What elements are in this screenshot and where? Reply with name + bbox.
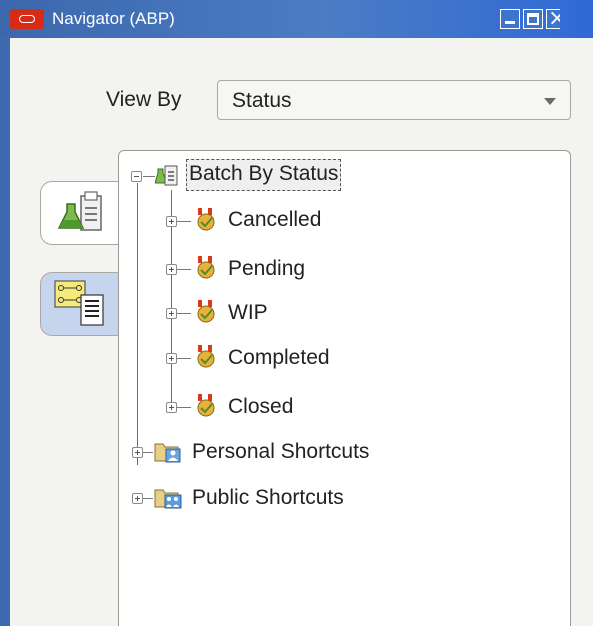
tree-connector [177,407,191,408]
tree-connector [143,452,153,453]
personal-folder-icon [154,443,181,463]
tree-node-batch-by-status[interactable]: Batch By Status [186,159,342,191]
close-icon[interactable] [546,9,560,29]
tree-node-completed[interactable]: Completed [228,343,330,373]
tab-process-flow[interactable] [40,272,122,336]
title-bar[interactable]: Navigator (ABP) [0,0,593,38]
batch-status-icon [197,208,215,231]
expand-toggle-icon[interactable] [166,264,177,275]
tree-guide-line [137,183,138,465]
public-folder-icon [154,489,182,509]
tree-node-public-shortcuts[interactable]: Public Shortcuts [192,483,344,513]
batch-status-icon [197,345,215,368]
window-title: Navigator (ABP) [52,9,175,28]
tree-node-cancelled[interactable]: Cancelled [228,205,321,235]
batch-status-icon [197,394,215,417]
view-by-value: Status [232,89,292,112]
expand-toggle-icon[interactable] [132,447,143,458]
expand-toggle-icon[interactable] [166,216,177,227]
chevron-down-icon[interactable] [544,98,556,105]
oracle-logo-icon [10,9,44,29]
tab-documents[interactable] [40,181,122,245]
expand-toggle-icon[interactable] [166,353,177,364]
tree-connector [177,313,191,314]
batch-status-icon [197,300,215,323]
tree-connector [143,498,153,499]
tree-connector [177,269,191,270]
collapse-toggle-icon[interactable] [131,171,142,182]
batch-icon [155,165,178,186]
expand-toggle-icon[interactable] [166,308,177,319]
view-by-select[interactable]: Status [217,80,571,120]
maximize-icon[interactable] [523,9,543,29]
process-flow-icon [54,280,104,326]
view-by-label: View By [106,88,182,111]
expand-toggle-icon[interactable] [132,493,143,504]
minimize-icon[interactable] [500,9,520,29]
tree-node-pending[interactable]: Pending [228,254,305,284]
tree-connector [177,358,191,359]
tree-node-wip[interactable]: WIP [228,298,268,328]
document-icon [57,191,102,231]
batch-status-icon [197,256,215,279]
tree-connector [177,221,191,222]
tree-node-personal-shortcuts[interactable]: Personal Shortcuts [192,437,369,467]
tree-node-closed[interactable]: Closed [228,392,293,422]
expand-toggle-icon[interactable] [166,402,177,413]
tree-connector [143,176,155,177]
